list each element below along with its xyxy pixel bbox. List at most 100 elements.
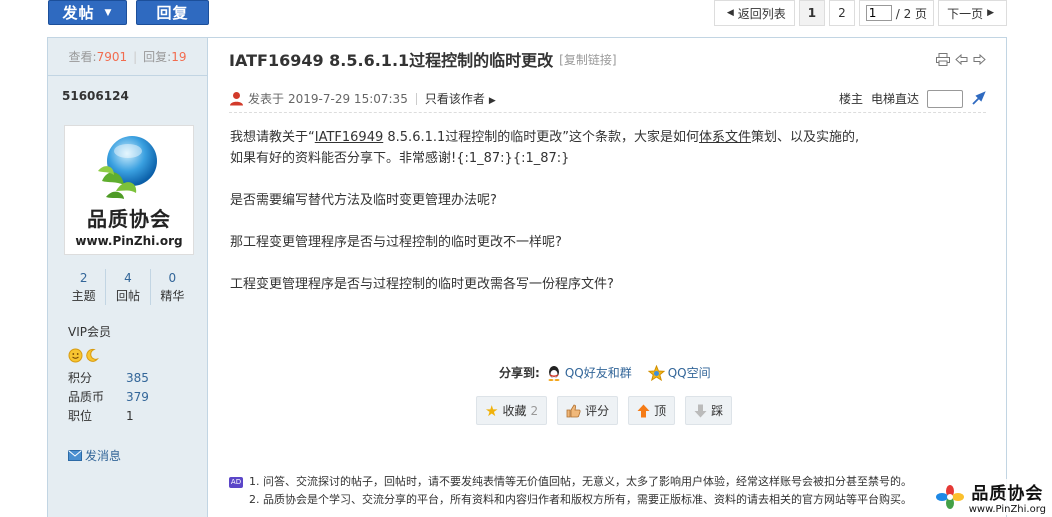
post-content: 我想请教关于“IATF16949 8.5.6.1.1过程控制的临时更改”这个条款… xyxy=(230,127,930,316)
page-number-input[interactable] xyxy=(865,5,892,21)
post-frame: 查看: 7901 | 回复: 19 51606124 品质协会 www.PinZ… xyxy=(47,37,1007,517)
send-message-label: 发消息 xyxy=(85,449,122,463)
paragraph-1: 我想请教关于“IATF16949 8.5.6.1.1过程控制的临时更改”这个条款… xyxy=(230,127,930,169)
thumbs-up-icon xyxy=(566,404,581,417)
share-qq-zone[interactable]: QQ空间 xyxy=(647,364,711,381)
post-main: IATF16949 8.5.6.1.1过程控制的临时更改 [复制链接] 发表于 … xyxy=(209,38,1006,517)
page-jump: / 2 页 xyxy=(858,0,935,26)
user-counts: 2 主题 4 回帖 0 精华 xyxy=(62,269,194,305)
caret-right-icon: ▶ xyxy=(488,96,496,106)
thread-stats: 查看: 7901 | 回复: 19 xyxy=(48,38,207,76)
views-label: 查看: xyxy=(68,50,97,64)
forum-notice: AD 1. 问答、交流探讨的帖子，回帖时，请不要发纯表情等无价值回帖，无意义，太… xyxy=(229,473,996,509)
reply-button[interactable]: 回复 xyxy=(136,0,209,25)
keyword-link[interactable]: IATF16949 xyxy=(315,130,384,145)
views-count: 7901 xyxy=(96,49,128,64)
user-icon xyxy=(230,92,243,106)
avatar-title: 品质协会 xyxy=(87,207,171,231)
paragraph-4: 工程变更管理程序是否与过程控制的临时更改需各写一份程序文件? xyxy=(230,277,614,292)
page-total: / 2 页 xyxy=(895,6,928,21)
share-bar: 分享到: QQ好友和群 QQ空间 xyxy=(499,364,721,381)
page-2-link[interactable]: 2 xyxy=(829,0,855,26)
count-replies[interactable]: 4 回帖 xyxy=(106,269,151,305)
send-message-link[interactable]: 发消息 xyxy=(68,447,121,464)
favorite-count: 2 xyxy=(530,403,539,418)
count-topics[interactable]: 2 主题 xyxy=(62,269,107,305)
only-author-label: 只看该作者 xyxy=(424,92,485,106)
qzone-star-icon xyxy=(647,364,665,381)
count-digest[interactable]: 0 精华 xyxy=(151,269,194,305)
site-watermark: 品质协会 www.PinZhi.org xyxy=(930,479,1046,515)
globe-logo-icon xyxy=(98,136,157,199)
text-run: 如果有好的资料能否分享下。非常感谢!{:1_87:}{:1_87:} xyxy=(230,151,570,166)
floor-jump: 楼主 电梯直达 xyxy=(839,89,986,108)
stat-value: 379 xyxy=(126,390,149,404)
arrow-down-icon xyxy=(694,404,707,417)
post-button-label: 发帖 xyxy=(62,4,95,22)
chevron-left-icon: ◀ xyxy=(726,8,734,18)
share-qq-friends[interactable]: QQ好友和群 xyxy=(546,364,632,381)
avatar[interactable]: 品质协会 www.PinZhi.org xyxy=(64,125,194,255)
print-icon[interactable] xyxy=(936,52,950,66)
pagination: ◀ 返回列表 1 2 / 2 页 下一页 ▶ xyxy=(713,0,1007,26)
downvote-button[interactable]: 踩 xyxy=(685,396,733,425)
post-actions: ★ 收藏 2 评分 顶 踩 xyxy=(476,396,733,425)
jump-arrow-icon[interactable] xyxy=(971,91,986,106)
jump-label: 电梯直达 xyxy=(870,92,919,106)
share-qq-friends-label: QQ好友和群 xyxy=(564,366,632,380)
upvote-button[interactable]: 顶 xyxy=(628,396,676,425)
only-author-link[interactable]: 只看该作者 ▶ xyxy=(425,90,496,107)
user-stats: 积分 385 品质币 379 职位 1 xyxy=(68,369,207,426)
rate-label: 评分 xyxy=(585,404,610,418)
text-run: 8.5.6.1.1过程控制的临时更改”这个条款，大家是如何 xyxy=(383,130,700,145)
paragraph-3: 那工程变更管理程序是否与过程控制的临时更改不一样呢? xyxy=(230,235,562,250)
page-1-link[interactable]: 1 xyxy=(798,0,826,26)
text-run: 我想请教关于“ xyxy=(230,130,315,145)
stat-value[interactable]: 385 xyxy=(126,369,149,388)
post-info: 发表于 2019-7-29 15:07:35 xyxy=(229,90,408,107)
text-run: 策划、以及实施的, xyxy=(751,130,860,145)
watermark-text: 品质协会 www.PinZhi.org xyxy=(969,479,1046,515)
count-topics-label: 主题 xyxy=(71,289,96,303)
favorite-button[interactable]: ★ 收藏 2 xyxy=(476,396,548,425)
username[interactable]: 51606124 xyxy=(48,76,207,114)
next-page-label: 下一页 xyxy=(947,6,984,21)
notice-text: 1. 问答、交流探讨的帖子，回帖时，请不要发纯表情等无价值回帖，无意义，太多了影… xyxy=(249,475,912,488)
moon-icon xyxy=(86,348,99,362)
floor-jump-input[interactable] xyxy=(927,89,963,108)
paragraph-2: 是否需要编写替代方法及临时变更管理办法呢? xyxy=(230,193,497,208)
next-thread-icon[interactable] xyxy=(973,53,986,66)
replies-label: 回复: xyxy=(143,50,172,64)
favorite-label: 收藏 xyxy=(502,404,527,418)
notice-line-1: AD 1. 问答、交流探讨的帖子，回帖时，请不要发纯表情等无价值回帖，无意义，太… xyxy=(229,473,996,491)
author-sidebar: 查看: 7901 | 回复: 19 51606124 品质协会 www.PinZ… xyxy=(48,38,208,517)
avatar-url: www.PinZhi.org xyxy=(75,234,183,248)
user-level[interactable]: VIP会员 xyxy=(68,323,207,340)
count-topics-value: 2 xyxy=(79,271,88,285)
level-badges xyxy=(68,348,207,363)
count-digest-value: 0 xyxy=(168,271,177,285)
watermark-url: www.PinZhi.org xyxy=(968,504,1046,515)
share-qq-zone-label: QQ空间 xyxy=(667,366,711,380)
stat-row-points: 积分 385 xyxy=(68,369,207,388)
post-meta: 发表于 2019-7-29 15:07:35 只看该作者 ▶ 楼主 电梯直达 xyxy=(229,85,986,113)
rate-button[interactable]: 评分 xyxy=(557,396,619,425)
posted-label: 发表于 xyxy=(248,92,285,106)
star-icon: ★ xyxy=(485,401,499,420)
back-to-list-label: 返回列表 xyxy=(737,6,786,21)
count-replies-value: 4 xyxy=(124,271,132,285)
page-title: IATF16949 8.5.6.1.1过程控制的临时更改 xyxy=(229,51,554,70)
copy-link-button[interactable]: [复制链接] xyxy=(559,51,616,68)
notice-line-2: 2. 品质协会是个学习、交流分享的平台，所有资料和内容归作者和版权方所有，需要正… xyxy=(229,491,996,509)
next-page-button[interactable]: 下一页 ▶ xyxy=(938,0,1007,26)
qq-penguin-icon xyxy=(548,365,560,381)
stat-key: 品质币 xyxy=(68,390,105,404)
notice-text: 2. 品质协会是个学习、交流分享的平台，所有资料和内容归作者和版权方所有，需要正… xyxy=(249,493,912,506)
previous-thread-icon[interactable] xyxy=(955,53,968,66)
stat-key: 职位 xyxy=(68,409,93,423)
keyword-link[interactable]: 体系文件 xyxy=(699,130,751,145)
post-button[interactable]: 发帖 ▼ xyxy=(48,0,127,25)
posted-time: 2019-7-29 15:07:35 xyxy=(288,91,408,106)
back-to-list-button[interactable]: ◀ 返回列表 xyxy=(713,0,795,26)
arrow-up-icon xyxy=(637,404,650,417)
